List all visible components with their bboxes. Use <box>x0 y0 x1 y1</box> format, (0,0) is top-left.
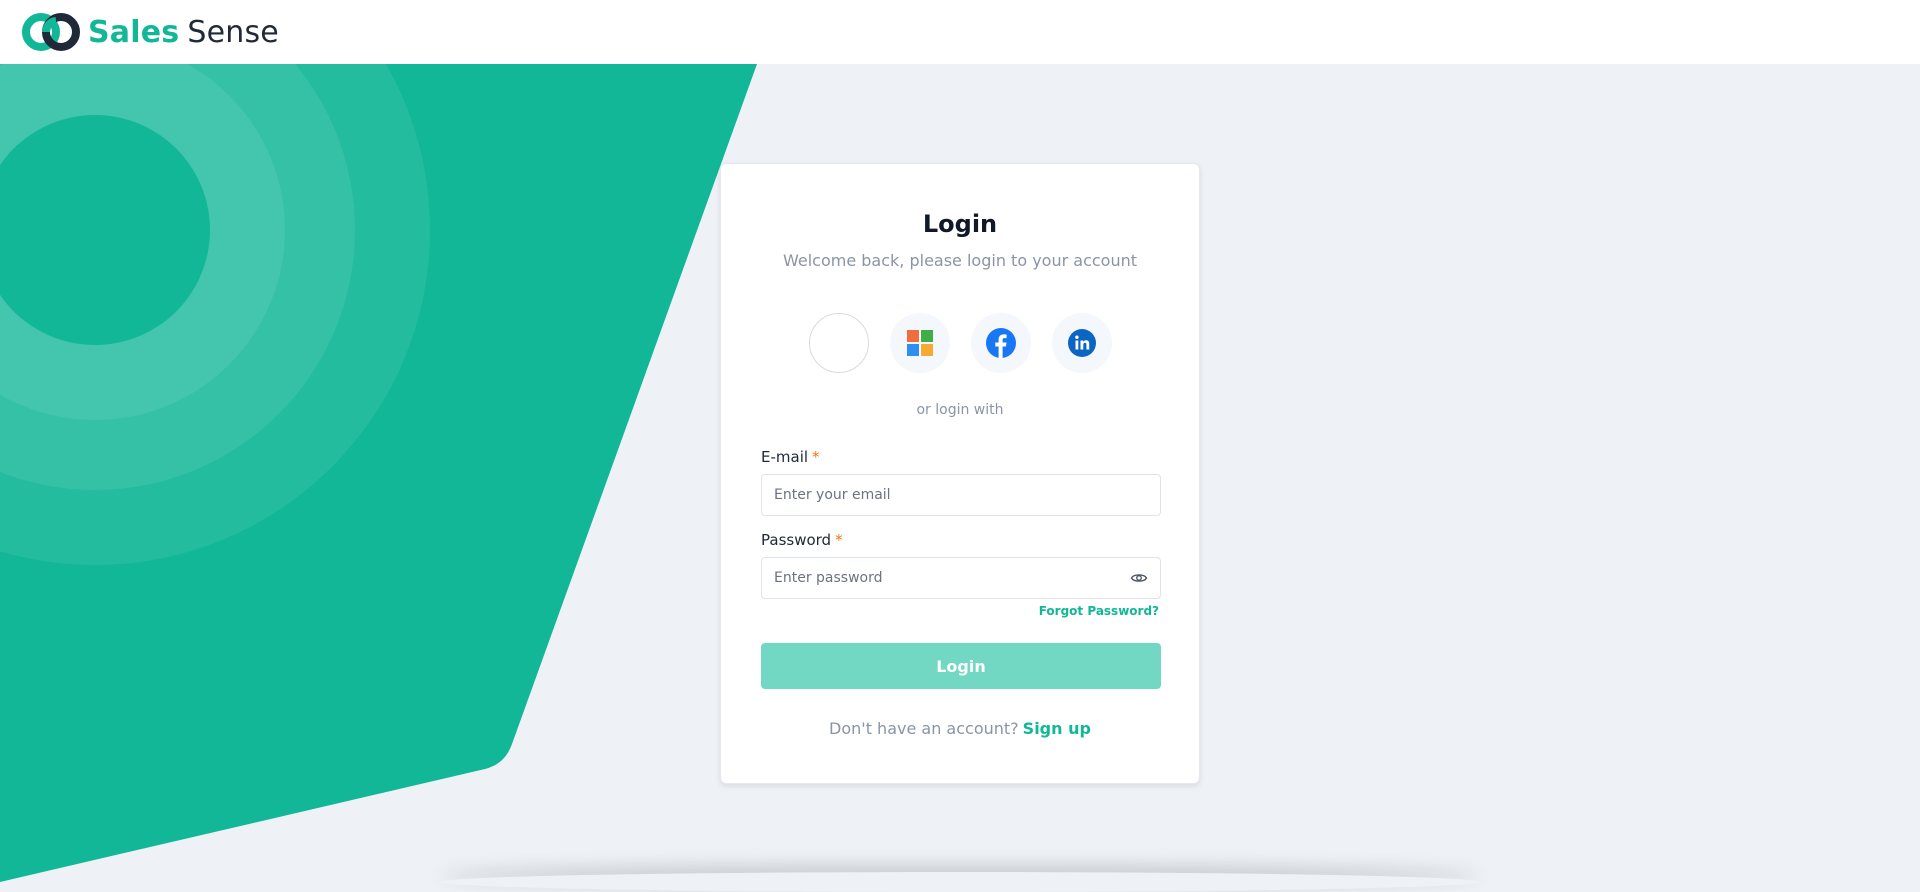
no-account-text: Don't have an account? <box>829 719 1019 738</box>
password-label: Password * <box>761 531 843 549</box>
or-login-with-text: or login with <box>916 402 1004 418</box>
eye-icon[interactable] <box>1130 569 1148 587</box>
signup-prompt: Don't have an account? Sign up <box>721 719 1199 738</box>
top-bar: Sales Sense <box>0 0 1920 64</box>
login-card: Login Welcome back, please login to your… <box>720 163 1200 784</box>
login-subtitle: Welcome back, please login to your accou… <box>783 251 1137 270</box>
sales-sense-logo-icon <box>22 13 80 51</box>
facebook-icon <box>985 328 1016 358</box>
linkedin-icon <box>1067 329 1096 357</box>
microsoft-icon <box>906 330 933 356</box>
social-login-blank-button[interactable] <box>808 313 869 373</box>
brand-name: Sales Sense <box>88 15 279 50</box>
brand-name-secondary: Sense <box>187 14 279 50</box>
password-required-mark: * <box>835 531 843 549</box>
email-field-wrapper <box>761 474 1161 516</box>
brand-logo[interactable]: Sales Sense <box>22 11 279 53</box>
social-login-facebook-button[interactable] <box>970 313 1031 373</box>
login-button[interactable]: Login <box>761 643 1161 689</box>
email-label-text: E-mail <box>761 448 809 466</box>
password-label-text: Password <box>761 531 832 549</box>
social-login-row <box>721 313 1199 373</box>
brand-name-primary: Sales <box>88 14 180 50</box>
email-label: E-mail * <box>761 448 820 466</box>
forgot-password-link[interactable]: Forgot Password? <box>1039 604 1159 618</box>
password-field-wrapper <box>761 557 1161 599</box>
sign-up-link[interactable]: Sign up <box>1023 719 1091 738</box>
social-login-microsoft-button[interactable] <box>889 313 950 373</box>
email-input[interactable] <box>774 475 1148 515</box>
social-login-linkedin-button[interactable] <box>1051 313 1112 373</box>
password-input[interactable] <box>774 558 1130 598</box>
bottom-shadow <box>440 872 1480 892</box>
email-required-mark: * <box>812 448 820 466</box>
login-title: Login <box>922 210 998 238</box>
